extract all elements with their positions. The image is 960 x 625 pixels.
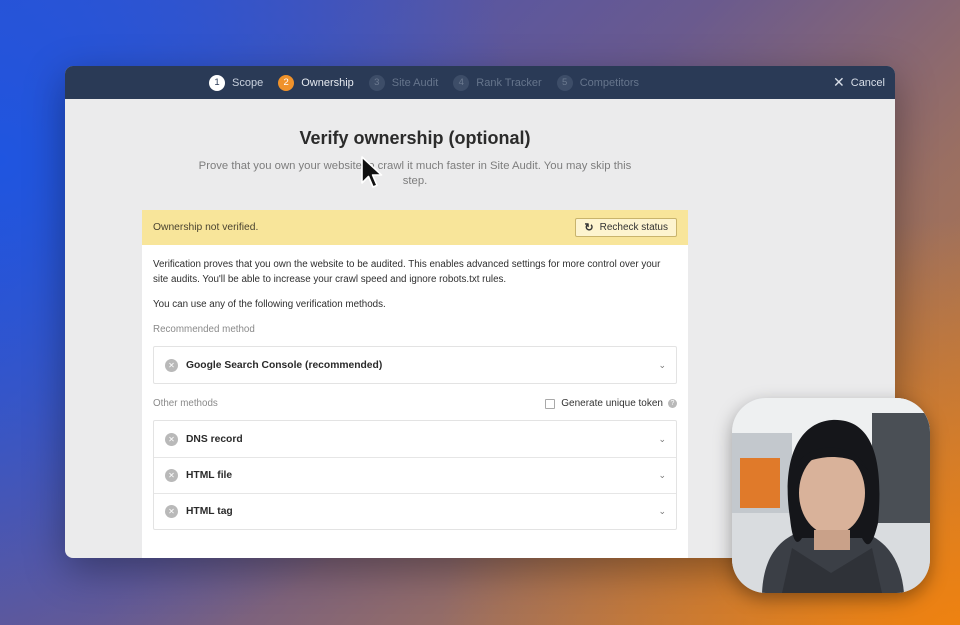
method-label: Google Search Console (recommended)	[186, 359, 383, 371]
recommended-heading: Recommended method	[153, 324, 255, 335]
method-html-tag[interactable]: ✕ HTML tag ⌄	[154, 493, 676, 529]
help-icon[interactable]: ?	[668, 399, 677, 408]
recheck-label: Recheck status	[599, 222, 668, 233]
method-dns-record[interactable]: ✕ DNS record ⌄	[154, 421, 676, 457]
panel-body: Verification proves that you own the web…	[142, 245, 688, 530]
step-scope[interactable]: 1 Scope	[209, 74, 264, 91]
step-number: 5	[556, 74, 573, 91]
not-verified-icon: ✕	[165, 432, 178, 446]
chevron-down-icon: ⌄	[658, 359, 666, 370]
mouse-cursor-icon	[361, 156, 383, 188]
checkbox-box[interactable]	[545, 398, 556, 409]
cancel-button[interactable]: ✕ Cancel	[833, 66, 885, 99]
method-google-search-console[interactable]: ✕ Google Search Console (recommended) ⌄	[154, 347, 676, 383]
other-heading: Other methods	[153, 398, 218, 409]
status-text: Ownership not verified.	[153, 222, 259, 233]
method-html-file[interactable]: ✕ HTML file ⌄	[154, 457, 676, 493]
recheck-status-button[interactable]: ↻ Recheck status	[575, 218, 677, 237]
status-banner: Ownership not verified. ↻ Recheck status	[142, 210, 688, 245]
wizard-topbar: 1 Scope 2 Ownership 3 Site Audit 4 Rank …	[65, 66, 895, 99]
recommended-methods-list: ✕ Google Search Console (recommended) ⌄	[153, 346, 677, 384]
cancel-label: Cancel	[850, 76, 885, 89]
step-number: 2	[278, 74, 295, 91]
method-label: DNS record	[186, 433, 243, 445]
page-title: Verify ownership (optional)	[299, 128, 531, 148]
generate-token-checkbox[interactable]: Generate unique token ?	[545, 398, 677, 409]
step-ownership[interactable]: 2 Ownership	[278, 74, 354, 91]
step-label: Site Audit	[391, 76, 439, 89]
step-label: Scope	[232, 76, 264, 89]
other-methods-header: Other methods Generate unique token ?	[153, 398, 677, 409]
not-verified-icon: ✕	[165, 469, 178, 482]
verification-panel: Ownership not verified. ↻ Recheck status…	[142, 210, 688, 558]
method-label: HTML file	[186, 470, 233, 481]
close-icon: ✕	[833, 74, 845, 90]
methods-intro: You can use any of the following verific…	[153, 299, 386, 310]
page-subtitle: Prove that you own your website to crawl…	[198, 160, 632, 187]
description-text: Verification proves that you own the web…	[153, 259, 661, 285]
step-number: 1	[209, 74, 225, 91]
webcam-overlay	[732, 398, 930, 593]
chevron-down-icon: ⌄	[658, 470, 666, 480]
other-methods-list: ✕ DNS record ⌄ ✕ HTML file ⌄ ✕ HTML tag …	[153, 420, 677, 530]
chevron-down-icon: ⌄	[658, 433, 666, 444]
refresh-icon: ↻	[584, 222, 594, 234]
generate-token-label: Generate unique token	[561, 398, 663, 409]
step-site-audit[interactable]: 3 Site Audit	[368, 74, 439, 91]
step-label: Competitors	[579, 76, 639, 89]
step-label: Rank Tracker	[476, 76, 542, 89]
chevron-down-icon: ⌄	[658, 506, 666, 516]
step-rank-tracker[interactable]: 4 Rank Tracker	[453, 74, 542, 91]
step-label: Ownership	[301, 76, 354, 89]
step-competitors[interactable]: 5 Competitors	[556, 74, 639, 91]
step-number: 4	[453, 74, 470, 91]
step-number: 3	[368, 74, 385, 91]
wizard-steps: 1 Scope 2 Ownership 3 Site Audit 4 Rank …	[209, 66, 654, 99]
not-verified-icon: ✕	[165, 358, 178, 372]
not-verified-icon: ✕	[165, 505, 178, 518]
method-label: HTML tag	[186, 506, 233, 517]
presenter-video-image	[732, 398, 930, 593]
